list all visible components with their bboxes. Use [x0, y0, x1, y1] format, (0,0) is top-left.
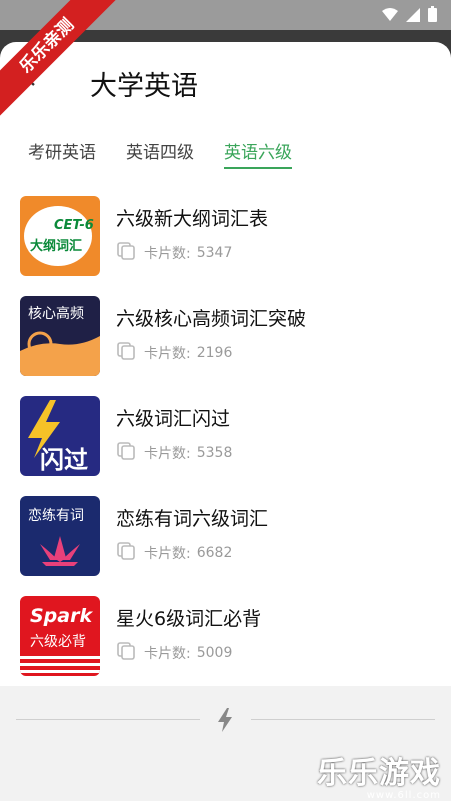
- cover-text: 恋练有词: [28, 507, 84, 524]
- list-item[interactable]: 核心高频 六级核心高频词汇突破 卡片数: 2196: [0, 286, 451, 386]
- card-count: 2196: [196, 345, 233, 361]
- item-meta: 卡片数: 6682: [116, 541, 232, 565]
- cover-text: 六级必背: [30, 634, 86, 650]
- flash-cover-icon: 闪过: [20, 396, 100, 476]
- list-item[interactable]: 闪过 六级词汇闪过 卡片数: 5358: [0, 386, 451, 486]
- card-count: 5358: [196, 445, 233, 461]
- card-count-label: 卡片数:: [144, 346, 191, 362]
- bottom-sheet: 大学英语 考研英语 英语四级 英语六级 CET-6 大纲词汇 六级新大纲词汇表 …: [0, 42, 451, 801]
- watermark: 乐乐游戏 www.6ll.com: [317, 748, 441, 801]
- watermark-main: 乐乐游戏: [317, 756, 441, 791]
- cet6-cover-icon: CET-6 大纲词汇: [20, 196, 100, 276]
- item-meta: 卡片数: 2196: [116, 341, 232, 365]
- item-title: 恋练有词六级词汇: [116, 508, 269, 530]
- battery-icon: [428, 6, 437, 26]
- signal-icon: [406, 7, 420, 26]
- list-item[interactable]: CET-6 大纲词汇 六级新大纲词汇表 卡片数: 5347: [0, 186, 451, 286]
- wifi-icon: [382, 7, 398, 26]
- tab-cet6[interactable]: 英语六级: [224, 138, 292, 169]
- cover-text: 核心高频: [28, 305, 84, 322]
- item-meta: 卡片数: 5347: [116, 241, 232, 265]
- item-title: 六级新大纲词汇表: [116, 208, 269, 230]
- page-title: 大学英语: [90, 71, 198, 102]
- list-item[interactable]: Spark 六级必背 星火6级词汇必背 卡片数: 5009: [0, 586, 451, 686]
- tab-bar: 考研英语 英语四级 英语六级: [28, 138, 292, 169]
- list-item[interactable]: 恋练有词 恋练有词六级词汇 卡片数: 6682: [0, 486, 451, 586]
- cards-icon: [116, 541, 138, 565]
- cover-text: CET-6: [54, 218, 94, 233]
- footer-divider: [251, 719, 435, 720]
- cards-icon: [116, 441, 138, 465]
- item-meta: 卡片数: 5358: [116, 441, 232, 465]
- cover-text: 闪过: [40, 446, 88, 474]
- cards-icon: [116, 241, 138, 265]
- card-count: 5347: [196, 245, 233, 261]
- cards-icon: [116, 341, 138, 365]
- item-title: 星火6级词汇必背: [116, 608, 262, 630]
- cover-text: 大纲词汇: [30, 238, 82, 254]
- tab-kaoyan[interactable]: 考研英语: [28, 138, 96, 169]
- card-count-label: 卡片数:: [144, 646, 191, 662]
- card-count-label: 卡片数:: [144, 246, 191, 262]
- footer-divider: [16, 719, 200, 720]
- cover-text: Spark: [30, 605, 93, 627]
- card-count: 5009: [196, 645, 233, 661]
- card-count: 6682: [196, 545, 233, 561]
- header: 大学英语: [0, 42, 451, 120]
- lotus-cover-icon: 恋练有词: [20, 496, 100, 576]
- card-count-label: 卡片数:: [144, 546, 191, 562]
- item-title: 六级核心高频词汇突破: [116, 308, 307, 330]
- core-cover-icon: 核心高频: [20, 296, 100, 376]
- cards-icon: [116, 641, 138, 665]
- tab-cet4[interactable]: 英语四级: [126, 138, 194, 169]
- lightning-icon: [216, 708, 234, 736]
- card-count-label: 卡片数:: [144, 446, 191, 462]
- item-title: 六级词汇闪过: [116, 408, 231, 430]
- item-meta: 卡片数: 5009: [116, 641, 232, 665]
- spark-cover-icon: Spark 六级必背: [20, 596, 100, 676]
